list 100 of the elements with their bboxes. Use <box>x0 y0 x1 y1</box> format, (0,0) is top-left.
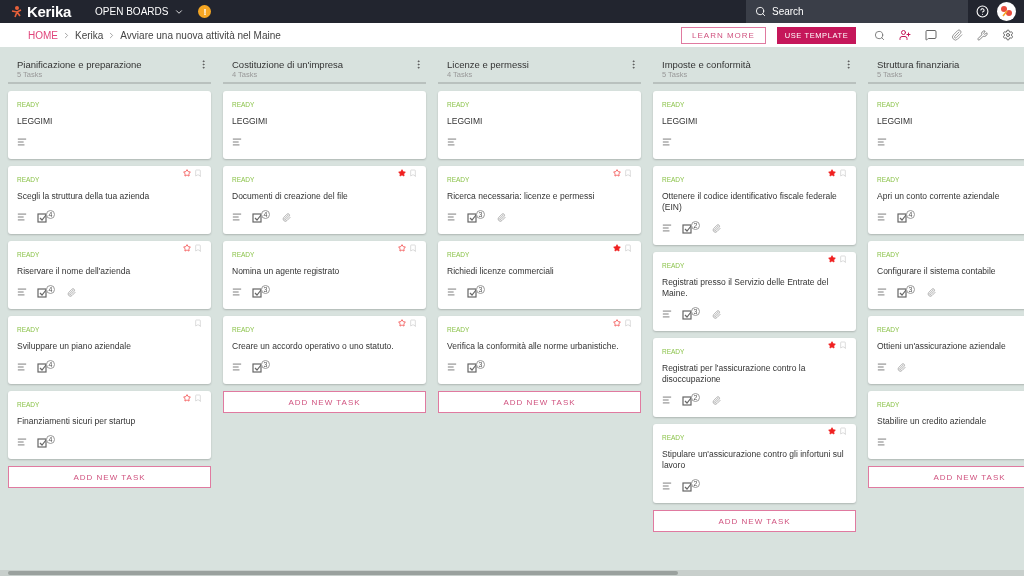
description-icon <box>447 212 457 223</box>
description-icon <box>662 395 672 406</box>
search-icon[interactable] <box>874 29 885 41</box>
column-title: Pianificazione e preparazione <box>17 59 142 70</box>
description-icon <box>17 137 27 148</box>
star-icon[interactable] <box>398 319 406 328</box>
task-title: Documenti di creazione del file <box>232 191 349 203</box>
task-title: Riservare il nome dell'azienda <box>17 266 132 278</box>
description-icon <box>877 287 887 298</box>
description-icon <box>17 362 27 373</box>
description-icon <box>662 309 672 320</box>
help-icon[interactable] <box>976 5 989 18</box>
description-icon <box>447 287 457 298</box>
star-icon[interactable] <box>828 427 836 436</box>
description-icon <box>662 223 672 234</box>
star-icon[interactable] <box>828 341 836 350</box>
star-icon[interactable] <box>183 169 191 178</box>
description-icon <box>877 137 887 148</box>
description-icon <box>232 137 242 148</box>
checklist-icon <box>37 363 48 375</box>
paperclip-icon[interactable] <box>951 29 963 41</box>
star-icon[interactable] <box>398 244 406 253</box>
learn-more-button[interactable]: LEARN MORE <box>681 26 766 44</box>
task-title: LEGGIMI <box>232 116 269 128</box>
description-icon <box>877 212 887 223</box>
bookmark-icon[interactable] <box>194 319 202 328</box>
bookmark-icon[interactable] <box>194 244 202 253</box>
star-icon[interactable] <box>613 244 621 253</box>
task-title: Verifica la conformità alle norme urbanistiche. <box>447 341 620 353</box>
description-icon <box>232 287 242 298</box>
description-icon <box>447 362 457 373</box>
checklist-icon <box>252 288 263 300</box>
star-icon[interactable] <box>828 169 836 178</box>
add-task-button[interactable]: ADD NEW TASK <box>223 391 426 414</box>
description-icon <box>662 137 672 148</box>
bookmark-icon[interactable] <box>409 244 417 253</box>
description-icon <box>17 212 27 223</box>
checklist-icon <box>467 213 478 225</box>
add-task-button[interactable]: ADD NEW TASK <box>438 391 641 414</box>
checklist-icon <box>37 438 48 450</box>
bookmark-icon[interactable] <box>194 169 202 178</box>
checklist-icon <box>252 363 263 375</box>
description-icon <box>17 437 27 448</box>
star-icon[interactable] <box>828 255 836 264</box>
task-title: Ricerca necessaria: licenze e permessi <box>447 191 596 203</box>
task-title: LEGGIMI <box>877 116 914 128</box>
add-task-button[interactable]: ADD NEW TASK <box>8 466 211 489</box>
checklist-icon <box>682 310 693 322</box>
bookmark-icon[interactable] <box>624 169 632 178</box>
task-title: Registrati per l'assicurazione contro la disoccupazione <box>662 363 807 386</box>
star-icon[interactable] <box>398 169 406 178</box>
logo-icon <box>10 5 23 18</box>
scrollbar-thumb[interactable] <box>8 571 678 575</box>
description-icon <box>232 212 242 223</box>
bookmark-icon[interactable] <box>194 394 202 403</box>
task-title: Ottieni un'assicurazione aziendale <box>877 341 1007 353</box>
breadcrumb-link[interactable]: Avviare una nuova attività nel Maine <box>120 29 281 41</box>
chevron-right-icon <box>62 30 71 40</box>
description-icon <box>877 437 887 448</box>
settings-icon[interactable] <box>1002 29 1014 41</box>
task-title: Scegli la struttura della tua azienda <box>17 191 151 203</box>
task-title: LEGGIMI <box>17 116 54 128</box>
breadcrumb-link[interactable]: Kerika <box>75 29 104 41</box>
chat-icon[interactable] <box>925 29 937 41</box>
checklist-icon <box>682 396 693 408</box>
checklist-icon <box>682 224 693 236</box>
task-title: Stipulare un'assicurazione contro gli infortuni sul lavoro <box>662 449 845 472</box>
task-title: Apri un conto corrente aziendale <box>877 191 1001 203</box>
checklist-icon <box>252 213 263 225</box>
task-title: Nomina un agente registrato <box>232 266 341 278</box>
column-title: Struttura finanziaria <box>877 59 960 70</box>
breadcrumb-link[interactable]: HOME <box>28 29 58 41</box>
bookmark-icon[interactable] <box>409 319 417 328</box>
checklist-icon <box>897 213 908 225</box>
task-title: Configurare il sistema contabile <box>877 266 997 278</box>
description-icon <box>662 481 672 492</box>
column-title: Imposte e conformità <box>662 59 751 70</box>
task-title: LEGGIMI <box>447 116 484 128</box>
star-icon[interactable] <box>613 319 621 328</box>
description-icon <box>447 137 457 148</box>
checklist-icon <box>37 213 48 225</box>
star-icon[interactable] <box>613 169 621 178</box>
bookmark-icon[interactable] <box>624 319 632 328</box>
search-icon <box>755 6 766 17</box>
task-title: Richiedi licenze commerciali <box>447 266 555 278</box>
task-title: Registrati presso il Servizio delle Entrate del Maine. <box>662 277 830 300</box>
description-icon <box>17 287 27 298</box>
add-task-button[interactable]: ADD NEW TASK <box>868 466 1024 489</box>
task-title: Sviluppare un piano aziendale <box>17 341 132 353</box>
checklist-icon <box>682 482 693 494</box>
logo-text: Kerika <box>27 3 72 20</box>
wrench-icon[interactable] <box>977 29 988 41</box>
star-icon[interactable] <box>183 244 191 253</box>
avatar[interactable] <box>997 2 1016 21</box>
add-task-button[interactable]: ADD NEW TASK <box>653 510 856 533</box>
add-person-icon[interactable] <box>899 29 911 41</box>
star-icon[interactable] <box>183 394 191 403</box>
open-boards-menu[interactable]: OPEN BOARDS <box>95 6 185 17</box>
column-title: Licenze e permessi <box>447 59 529 70</box>
search-field[interactable]: Search <box>746 0 968 23</box>
